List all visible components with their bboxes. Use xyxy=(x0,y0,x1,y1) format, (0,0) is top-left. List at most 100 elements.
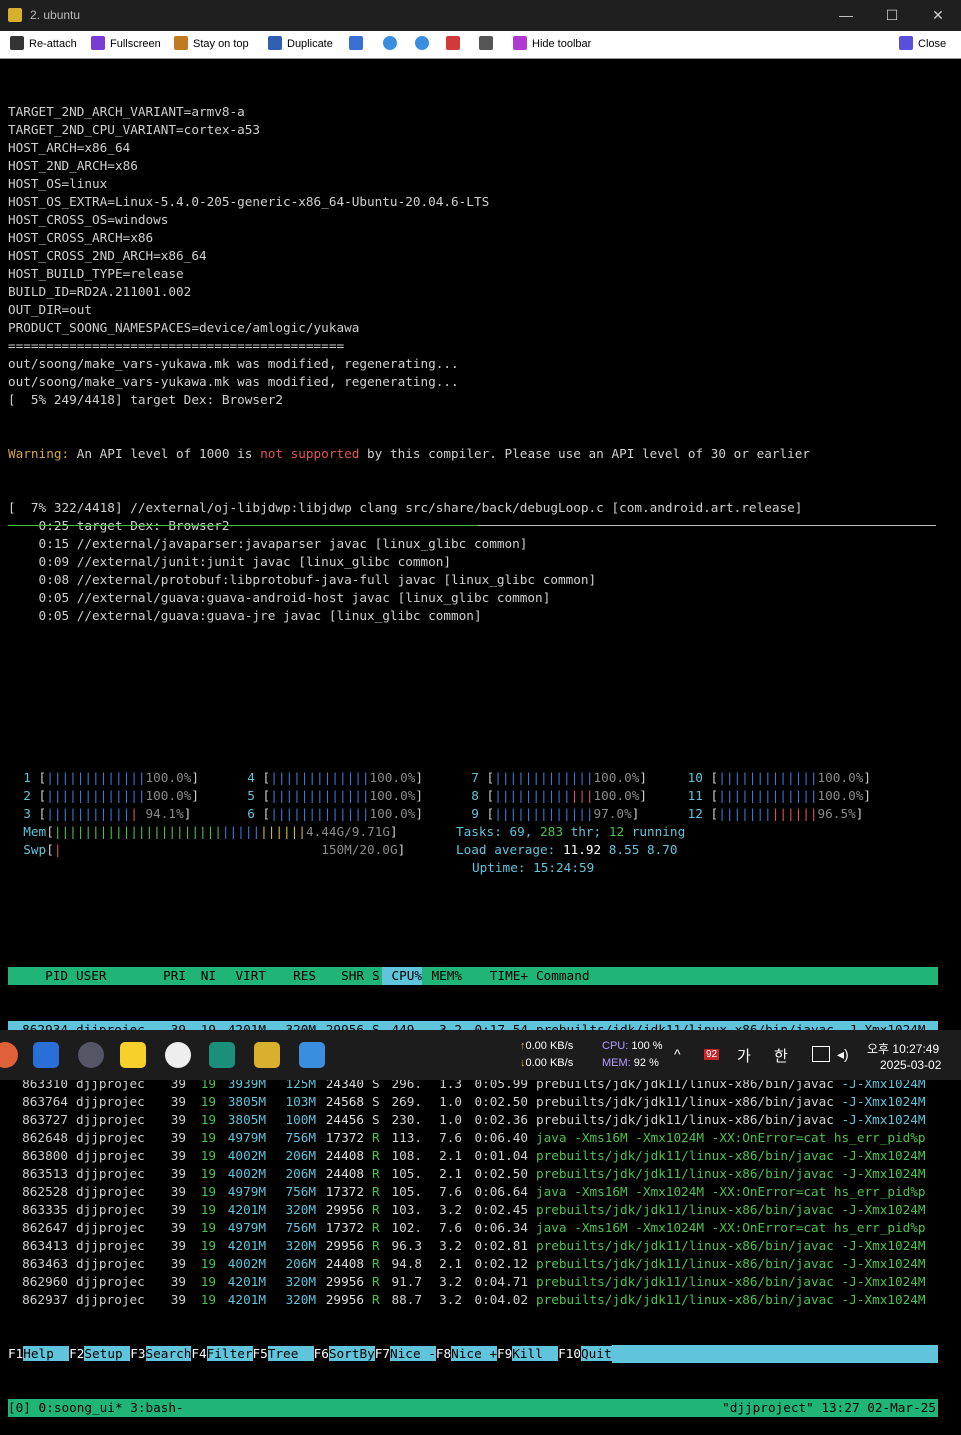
volume-icon[interactable]: ◂) xyxy=(837,1046,849,1063)
proc-pri: 39 xyxy=(170,1094,186,1109)
fkey-f5[interactable]: F5 xyxy=(253,1346,268,1361)
fkey-f6[interactable]: F6 xyxy=(314,1346,329,1361)
notepad-icon[interactable] xyxy=(299,1042,325,1068)
fkey-f10[interactable]: F10 xyxy=(558,1346,581,1361)
process-row[interactable]: 863335 djjprojec 39 19 4201M 320M 29956 R 103. 3.… xyxy=(8,1201,938,1219)
proc-pri: 39 xyxy=(170,1148,186,1163)
proc-user: djjprojec xyxy=(76,1292,145,1307)
hide-toolbar-button[interactable]: Hide toolbar xyxy=(513,36,591,52)
process-row[interactable]: 862960 djjprojec 39 19 4201M 320M 29956 R 91.7 3.… xyxy=(8,1273,938,1291)
process-row[interactable]: 862937 djjprojec 39 19 4201M 320M 29956 R 88.7 3.… xyxy=(8,1291,938,1309)
network-icon[interactable] xyxy=(812,1046,830,1062)
reattach-button[interactable]: Re-attach xyxy=(10,36,77,52)
cpu-percent: 94.1% xyxy=(145,806,184,821)
visual-studio-icon[interactable] xyxy=(209,1042,235,1068)
process-row[interactable]: 863764 djjprojec 39 19 3805M 103M 24568 S 269. 1.… xyxy=(8,1093,938,1111)
header-pid: PID xyxy=(45,968,68,983)
proc-user: djjprojec xyxy=(76,1202,145,1217)
process-row[interactable]: 863463 djjprojec 39 19 4002M 206M 24408 R 94.8 2.… xyxy=(8,1255,938,1273)
load-part: 8.55 xyxy=(608,842,640,857)
ime-mode-indicator[interactable]: 가 xyxy=(737,1045,751,1066)
fkey-f2[interactable]: F2 xyxy=(69,1346,84,1361)
process-row[interactable]: 863413 djjprojec 39 19 4201M 320M 29956 R 96.3 3.… xyxy=(8,1237,938,1255)
close-window-button[interactable]: ✕ xyxy=(915,0,961,31)
zoom-out-button[interactable] xyxy=(415,36,434,52)
tasks-summary: Tasks: 69, 283 thr; 12 running xyxy=(456,824,685,839)
duplicate-button[interactable]: Duplicate xyxy=(268,36,333,52)
fkey-label[interactable]: Setup xyxy=(84,1346,131,1361)
zoom-in-button[interactable] xyxy=(383,36,402,52)
chrome-icon[interactable] xyxy=(78,1042,104,1068)
proc-user: djjprojec xyxy=(76,1256,145,1271)
process-row[interactable]: 863727 djjprojec 39 19 3805M 100M 24456 S 230. 1.… xyxy=(8,1111,938,1129)
process-row[interactable]: 862528 djjprojec 39 19 4979M 756M 17372 R 105. 7.… xyxy=(8,1183,938,1201)
log-line: out/soong/make_vars-yukawa.mk was modifi… xyxy=(8,374,459,389)
proc-shr: 24456 xyxy=(325,1112,364,1127)
fkey-f9[interactable]: F9 xyxy=(497,1346,512,1361)
fkey-label[interactable]: Nice + xyxy=(451,1346,497,1361)
logitech-icon[interactable] xyxy=(165,1042,191,1068)
process-row[interactable]: 863800 djjprojec 39 19 4002M 206M 24408 R 108. 2.… xyxy=(8,1147,938,1165)
terminal-output[interactable]: TARGET_2ND_ARCH_VARIANT=armv8-a TARGET_2N… xyxy=(8,67,938,1417)
proc-mem: 3.2 xyxy=(439,1202,462,1217)
proc-time: 0:02.36 xyxy=(474,1112,528,1127)
save-button[interactable] xyxy=(446,36,465,52)
stay-on-top-button[interactable]: Stay on top xyxy=(174,36,249,52)
cpu-bar: ||||||||||||| xyxy=(46,770,146,785)
log-line: HOST_OS=linux xyxy=(8,176,108,191)
fkey-label[interactable]: Search xyxy=(145,1346,192,1361)
cpu-number: 4 xyxy=(232,770,255,785)
clock-date[interactable]: 2025-03-02 xyxy=(880,1058,941,1072)
proc-time: 0:01.04 xyxy=(474,1148,528,1163)
webex-icon[interactable] xyxy=(33,1042,59,1068)
kakaotalk-icon[interactable] xyxy=(120,1042,146,1068)
edit-button[interactable] xyxy=(349,36,368,52)
fkey-label[interactable]: Quit xyxy=(581,1346,612,1361)
fkey-label[interactable]: Nice - xyxy=(390,1346,436,1361)
tray-overflow-caret[interactable]: ^ xyxy=(674,1046,681,1062)
fkey-f4[interactable]: F4 xyxy=(191,1346,206,1361)
print-button[interactable] xyxy=(479,36,498,52)
fullscreen-button[interactable]: Fullscreen xyxy=(91,36,161,52)
terminal-app-icon[interactable] xyxy=(254,1042,280,1068)
fkey-label[interactable]: Help xyxy=(23,1346,70,1361)
proc-pri: 39 xyxy=(170,1256,186,1271)
process-row[interactable]: 862647 djjprojec 39 19 4979M 756M 17372 R 102. 7.… xyxy=(8,1219,938,1237)
log-line: ========================================… xyxy=(8,338,345,353)
fkey-f8[interactable]: F8 xyxy=(436,1346,451,1361)
app-icon xyxy=(8,8,22,22)
fkey-label[interactable]: Filter xyxy=(206,1346,253,1361)
close-toolbar-button[interactable]: Close xyxy=(899,36,946,52)
cpu-number: 8 xyxy=(456,788,479,803)
proc-user: djjprojec xyxy=(76,1148,145,1163)
cpu-meter-row: 1 [|||||||||||||100.0%] 4 [|||||||||||||… xyxy=(8,769,938,787)
proc-shr: 17372 xyxy=(325,1220,364,1235)
close-label: Close xyxy=(918,38,947,50)
cpu-meter-3: 3 [|||||||||||| 94.1%] xyxy=(8,806,192,821)
proc-pri: 39 xyxy=(170,1202,186,1217)
cpu-meter-5: 5 [|||||||||||||100.0%] xyxy=(232,788,423,803)
fkey-f3[interactable]: F3 xyxy=(130,1346,145,1361)
log-line: BUILD_ID=RD2A.211001.002 xyxy=(8,284,192,299)
fkey-f1[interactable]: F1 xyxy=(8,1346,23,1361)
clock-time[interactable]: 오후 10:27:49 xyxy=(867,1040,939,1057)
cpu-number: 7 xyxy=(456,770,479,785)
fkey-f7[interactable]: F7 xyxy=(375,1346,390,1361)
fkey-label[interactable]: Kill xyxy=(512,1346,559,1361)
proc-res: 206M xyxy=(285,1166,316,1181)
header-cpu[interactable]: CPU% xyxy=(382,967,422,985)
ime-korean-indicator[interactable]: 한 xyxy=(774,1045,788,1066)
process-row[interactable]: 863513 djjprojec 39 19 4002M 206M 24408 R 105. 2.… xyxy=(8,1165,938,1183)
pin-icon xyxy=(174,36,188,50)
firefox-icon[interactable] xyxy=(0,1042,18,1068)
minimize-button[interactable]: — xyxy=(823,0,869,31)
fkey-label[interactable]: Tree xyxy=(267,1346,314,1361)
process-row[interactable]: 862648 djjprojec 39 19 4979M 756M 17372 R 113. 7.… xyxy=(8,1129,938,1147)
notification-badge[interactable]: 92 xyxy=(704,1049,720,1060)
fkey-label[interactable]: SortBy xyxy=(328,1346,375,1361)
proc-user: djjprojec xyxy=(76,1112,145,1127)
proc-res: 206M xyxy=(285,1148,316,1163)
process-table-header[interactable]: PID USER PRI NI VIRT RES SHR S CPU% MEM% TIME+ Comm… xyxy=(8,967,938,985)
maximize-button[interactable]: ☐ xyxy=(869,0,915,31)
